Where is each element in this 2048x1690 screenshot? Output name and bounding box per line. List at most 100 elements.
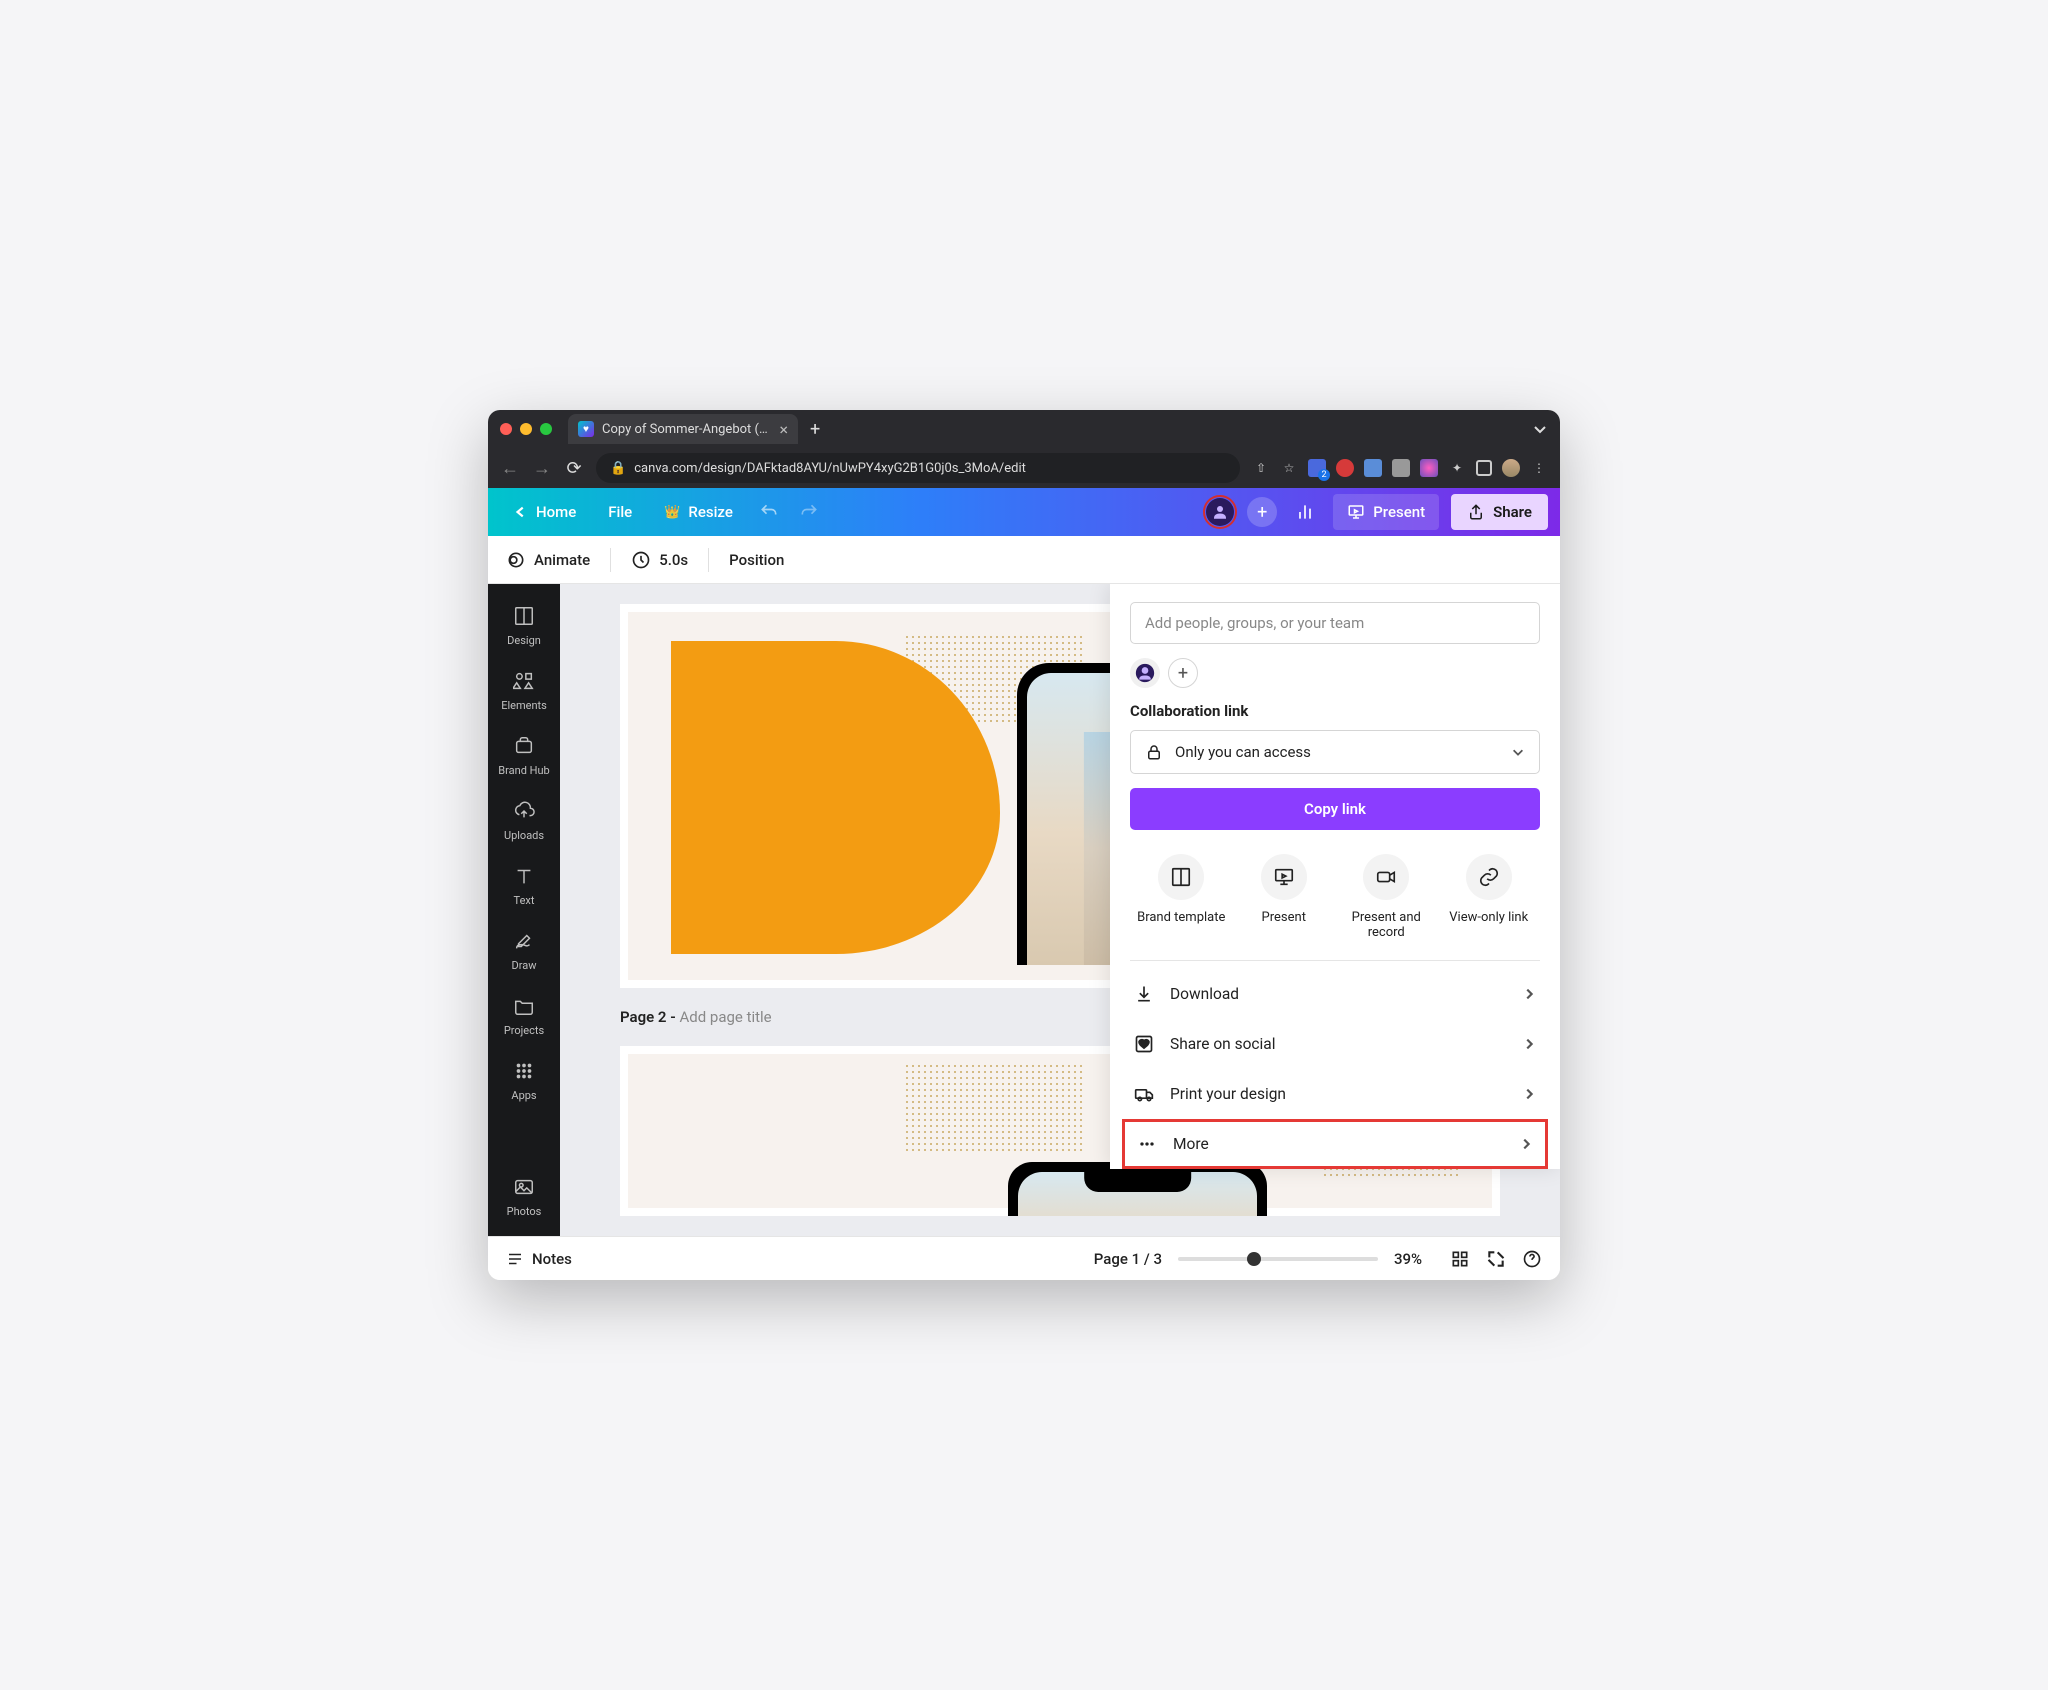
notes-button[interactable]: Notes [506, 1250, 572, 1268]
sidebar-item-label: Photos [507, 1205, 542, 1218]
sidebar-item-photos[interactable]: Photos [488, 1165, 560, 1228]
sidebar-item-brandhub[interactable]: Brand Hub [488, 724, 560, 787]
canva-favicon-icon: ♥ [578, 421, 594, 437]
duration-button[interactable]: 5.0s [631, 550, 688, 570]
new-tab-button[interactable]: + [810, 419, 820, 440]
copy-link-button[interactable]: Copy link [1130, 788, 1540, 830]
zoom-thumb[interactable] [1247, 1252, 1261, 1266]
action-label: View-only link [1449, 910, 1528, 925]
home-button[interactable]: Home [500, 494, 590, 530]
panel-icon[interactable] [1476, 460, 1492, 476]
sidebar-item-uploads[interactable]: Uploads [488, 789, 560, 852]
close-tab-icon[interactable]: × [779, 420, 788, 439]
lock-icon: 🔒 [610, 461, 626, 476]
app-window: ♥ Copy of Sommer-Angebot (Pre × + ← → ⟳ … [488, 410, 1560, 1280]
url-text: canva.com/design/DAFktad8AYU/nUwPY4xyG2B… [634, 461, 1026, 476]
action-label: Present [1262, 910, 1306, 925]
chevron-right-icon [1522, 1037, 1536, 1051]
back-button[interactable]: ← [500, 458, 520, 479]
phone-screen-2 [1018, 1172, 1257, 1216]
menu-download[interactable]: Download [1130, 969, 1540, 1019]
grid-view-button[interactable] [1450, 1249, 1470, 1269]
help-button[interactable] [1522, 1249, 1542, 1269]
window-controls [500, 423, 552, 435]
url-field[interactable]: 🔒 canva.com/design/DAFktad8AYU/nUwPY4xyG… [596, 453, 1240, 483]
browser-actions: ⇧ ☆ ✦ ⋮ [1252, 459, 1548, 477]
present-label: Present [1373, 503, 1425, 521]
present-button[interactable]: Present [1333, 494, 1439, 530]
action-label: Present and record [1335, 910, 1438, 940]
browser-menu-icon[interactable]: ⋮ [1530, 459, 1548, 477]
share-panel: + Collaboration link Only you can access… [1110, 584, 1560, 1169]
draw-icon [512, 929, 536, 953]
profile-avatar-icon[interactable] [1502, 459, 1520, 477]
notes-label: Notes [532, 1250, 572, 1268]
add-people-input[interactable] [1130, 602, 1540, 644]
animate-button[interactable]: Animate [506, 550, 590, 570]
phone-mockup-2 [1008, 1162, 1267, 1216]
brandhub-icon [512, 734, 536, 758]
sidebar-item-label: Uploads [504, 829, 544, 842]
extension-2-icon[interactable] [1336, 459, 1354, 477]
redo-button[interactable] [791, 494, 827, 530]
position-button[interactable]: Position [729, 551, 784, 569]
reload-button[interactable]: ⟳ [564, 458, 584, 479]
browser-chrome: ♥ Copy of Sommer-Angebot (Pre × + ← → ⟳ … [488, 410, 1560, 488]
tabs-overflow-icon[interactable] [1532, 421, 1548, 437]
share-button[interactable]: Share [1451, 494, 1548, 530]
share-browser-icon[interactable]: ⇧ [1252, 459, 1270, 477]
maximize-window[interactable] [540, 423, 552, 435]
extension-3-icon[interactable] [1364, 459, 1382, 477]
user-avatar[interactable] [1203, 495, 1237, 529]
left-sidebar: Design Elements Brand Hub Uploads Text D… [488, 584, 560, 1236]
undo-button[interactable] [751, 494, 787, 530]
collab-link-heading: Collaboration link [1130, 702, 1540, 720]
uploads-icon [512, 799, 536, 823]
sidebar-item-projects[interactable]: Projects [488, 984, 560, 1047]
action-brand-template[interactable]: Brand template [1130, 854, 1233, 940]
editor-toolbar: Animate 5.0s Position [488, 536, 1560, 584]
sidebar-item-design[interactable]: Design [488, 594, 560, 657]
elements-icon [512, 669, 536, 693]
notes-icon [506, 1250, 524, 1268]
resize-button[interactable]: 👑 Resize [650, 494, 747, 530]
extensions-menu-icon[interactable]: ✦ [1448, 459, 1466, 477]
sidebar-item-elements[interactable]: Elements [488, 659, 560, 722]
add-member-button[interactable]: + [1247, 497, 1277, 527]
extension-1-icon[interactable] [1308, 459, 1326, 477]
zoom-value: 39% [1394, 1250, 1434, 1268]
add-collaborator-button[interactable]: + [1168, 658, 1198, 688]
design-icon [512, 604, 536, 628]
fullscreen-button[interactable] [1486, 1249, 1506, 1269]
minimize-window[interactable] [520, 423, 532, 435]
action-present[interactable]: Present [1233, 854, 1336, 940]
file-button[interactable]: File [594, 494, 646, 530]
collaborator-avatar[interactable] [1130, 658, 1160, 688]
animate-label: Animate [534, 551, 590, 569]
present-icon [1261, 854, 1307, 900]
access-dropdown[interactable]: Only you can access [1130, 730, 1540, 774]
close-window[interactable] [500, 423, 512, 435]
position-label: Position [729, 551, 784, 569]
insights-button[interactable] [1287, 494, 1323, 530]
action-view-only-link[interactable]: View-only link [1438, 854, 1541, 940]
separator [708, 548, 709, 572]
browser-tab[interactable]: ♥ Copy of Sommer-Angebot (Pre × [568, 414, 798, 444]
projects-icon [512, 994, 536, 1018]
sidebar-item-apps[interactable]: Apps [488, 1049, 560, 1112]
sidebar-item-text[interactable]: Text [488, 854, 560, 917]
forward-button[interactable]: → [532, 458, 552, 479]
menu-more[interactable]: More [1122, 1119, 1548, 1169]
menu-print[interactable]: Print your design [1130, 1069, 1540, 1119]
zoom-slider[interactable] [1178, 1257, 1378, 1261]
action-present-record[interactable]: Present and record [1335, 854, 1438, 940]
sidebar-item-label: Draw [512, 959, 537, 972]
editor-footer: Notes Page 1 / 3 39% [488, 1236, 1560, 1280]
extension-4-icon[interactable] [1392, 459, 1410, 477]
sidebar-item-label: Text [514, 894, 535, 907]
action-label: Brand template [1137, 910, 1225, 925]
sidebar-item-draw[interactable]: Draw [488, 919, 560, 982]
extension-5-icon[interactable] [1420, 459, 1438, 477]
menu-share-social[interactable]: Share on social [1130, 1019, 1540, 1069]
bookmark-icon[interactable]: ☆ [1280, 459, 1298, 477]
